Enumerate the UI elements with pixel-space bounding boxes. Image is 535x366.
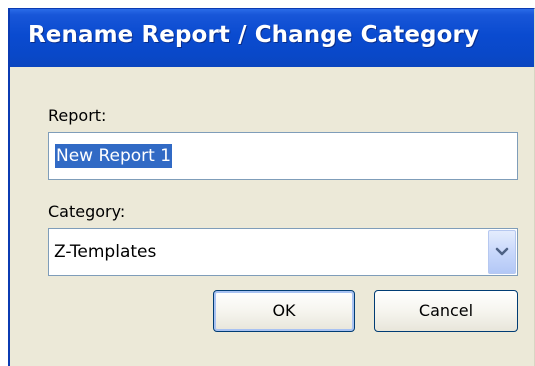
cancel-button[interactable]: Cancel	[374, 290, 518, 332]
report-name-input[interactable]: New Report 1	[48, 132, 518, 180]
rename-report-dialog: Rename Report / Change Category Report: …	[8, 8, 535, 366]
report-name-value: New Report 1	[55, 144, 173, 168]
window-title: Rename Report / Change Category	[28, 22, 480, 48]
category-label: Category:	[48, 202, 126, 221]
title-bar[interactable]: Rename Report / Change Category	[10, 9, 534, 67]
category-dropdown-button[interactable]	[488, 230, 516, 274]
category-select[interactable]: Z-Templates	[48, 228, 518, 276]
ok-button[interactable]: OK	[213, 290, 355, 332]
report-label: Report:	[48, 106, 107, 125]
chevron-down-icon	[495, 247, 509, 256]
category-selected-value: Z-Templates	[54, 242, 157, 262]
